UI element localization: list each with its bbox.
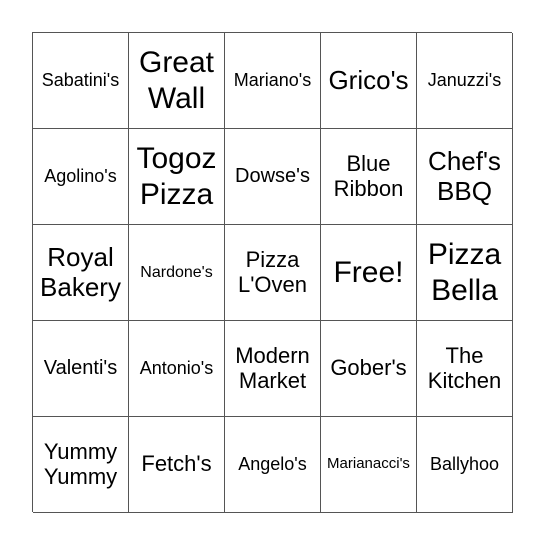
bingo-cell[interactable]: Fetch's	[129, 417, 225, 513]
cell-label: Agolino's	[44, 166, 117, 187]
bingo-cell[interactable]: Modern Market	[225, 321, 321, 417]
cell-label: Antonio's	[139, 358, 214, 379]
cell-label: Pizza L'Oven	[237, 246, 308, 297]
bingo-cell[interactable]: Angelo's	[225, 417, 321, 513]
bingo-cell[interactable]: Mariano's	[225, 33, 321, 129]
cell-label: The Kitchen	[427, 342, 502, 393]
cell-label: Pizza Bella	[427, 237, 502, 307]
bingo-cell[interactable]: Januzzi's	[417, 33, 513, 129]
cell-label: Modern Market	[235, 342, 310, 393]
bingo-cell[interactable]: Agolino's	[33, 129, 129, 225]
bingo-cell[interactable]: Dowse's	[225, 129, 321, 225]
cell-label: Ballyhoo	[429, 454, 500, 475]
free-space-label: Free!	[333, 255, 404, 289]
cell-label: Dowse's	[235, 165, 310, 188]
bingo-cell[interactable]: Blue Ribbon	[321, 129, 417, 225]
cell-label: Great Wall	[138, 45, 215, 115]
cell-label: Marianacci's	[327, 455, 410, 473]
cell-label: Angelo's	[238, 454, 307, 475]
cell-label: Fetch's	[141, 451, 212, 477]
bingo-cell[interactable]: Gober's	[321, 321, 417, 417]
bingo-cell[interactable]: Valenti's	[33, 321, 129, 417]
cell-label: Sabatini's	[41, 70, 120, 91]
bingo-cell[interactable]: Pizza L'Oven	[225, 225, 321, 321]
bingo-cell[interactable]: The Kitchen	[417, 321, 513, 417]
bingo-cell[interactable]: Yummy Yummy	[33, 417, 129, 513]
bingo-cell[interactable]: Sabatini's	[33, 33, 129, 129]
bingo-cell[interactable]: Ballyhoo	[417, 417, 513, 513]
bingo-cell[interactable]: Togoz Pizza	[129, 129, 225, 225]
cell-label: Royal Bakery	[40, 242, 121, 302]
bingo-cell[interactable]: Chef's BBQ	[417, 129, 513, 225]
cell-label: Blue Ribbon	[333, 150, 404, 201]
cell-label: Valenti's	[43, 357, 118, 380]
cell-label: Yummy Yummy	[43, 438, 118, 489]
cell-label: Grico's	[328, 64, 409, 95]
bingo-cell[interactable]: Marianacci's	[321, 417, 417, 513]
bingo-cell[interactable]: Pizza Bella	[417, 225, 513, 321]
bingo-cell[interactable]: Great Wall	[129, 33, 225, 129]
bingo-cell[interactable]: Antonio's	[129, 321, 225, 417]
cell-label: Mariano's	[233, 70, 312, 91]
cell-label: Togoz Pizza	[136, 141, 217, 211]
cell-label: Nardone's	[140, 263, 213, 281]
bingo-cell[interactable]: Nardone's	[129, 225, 225, 321]
bingo-cell free-space[interactable]: Free!	[321, 225, 417, 321]
cell-label: Gober's	[330, 355, 407, 381]
cell-label: Chef's BBQ	[428, 146, 501, 206]
bingo-board: Sabatini's Great Wall Mariano's Grico's …	[32, 32, 513, 513]
cell-label: Januzzi's	[427, 70, 502, 91]
bingo-cell[interactable]: Grico's	[321, 33, 417, 129]
bingo-cell[interactable]: Royal Bakery	[33, 225, 129, 321]
